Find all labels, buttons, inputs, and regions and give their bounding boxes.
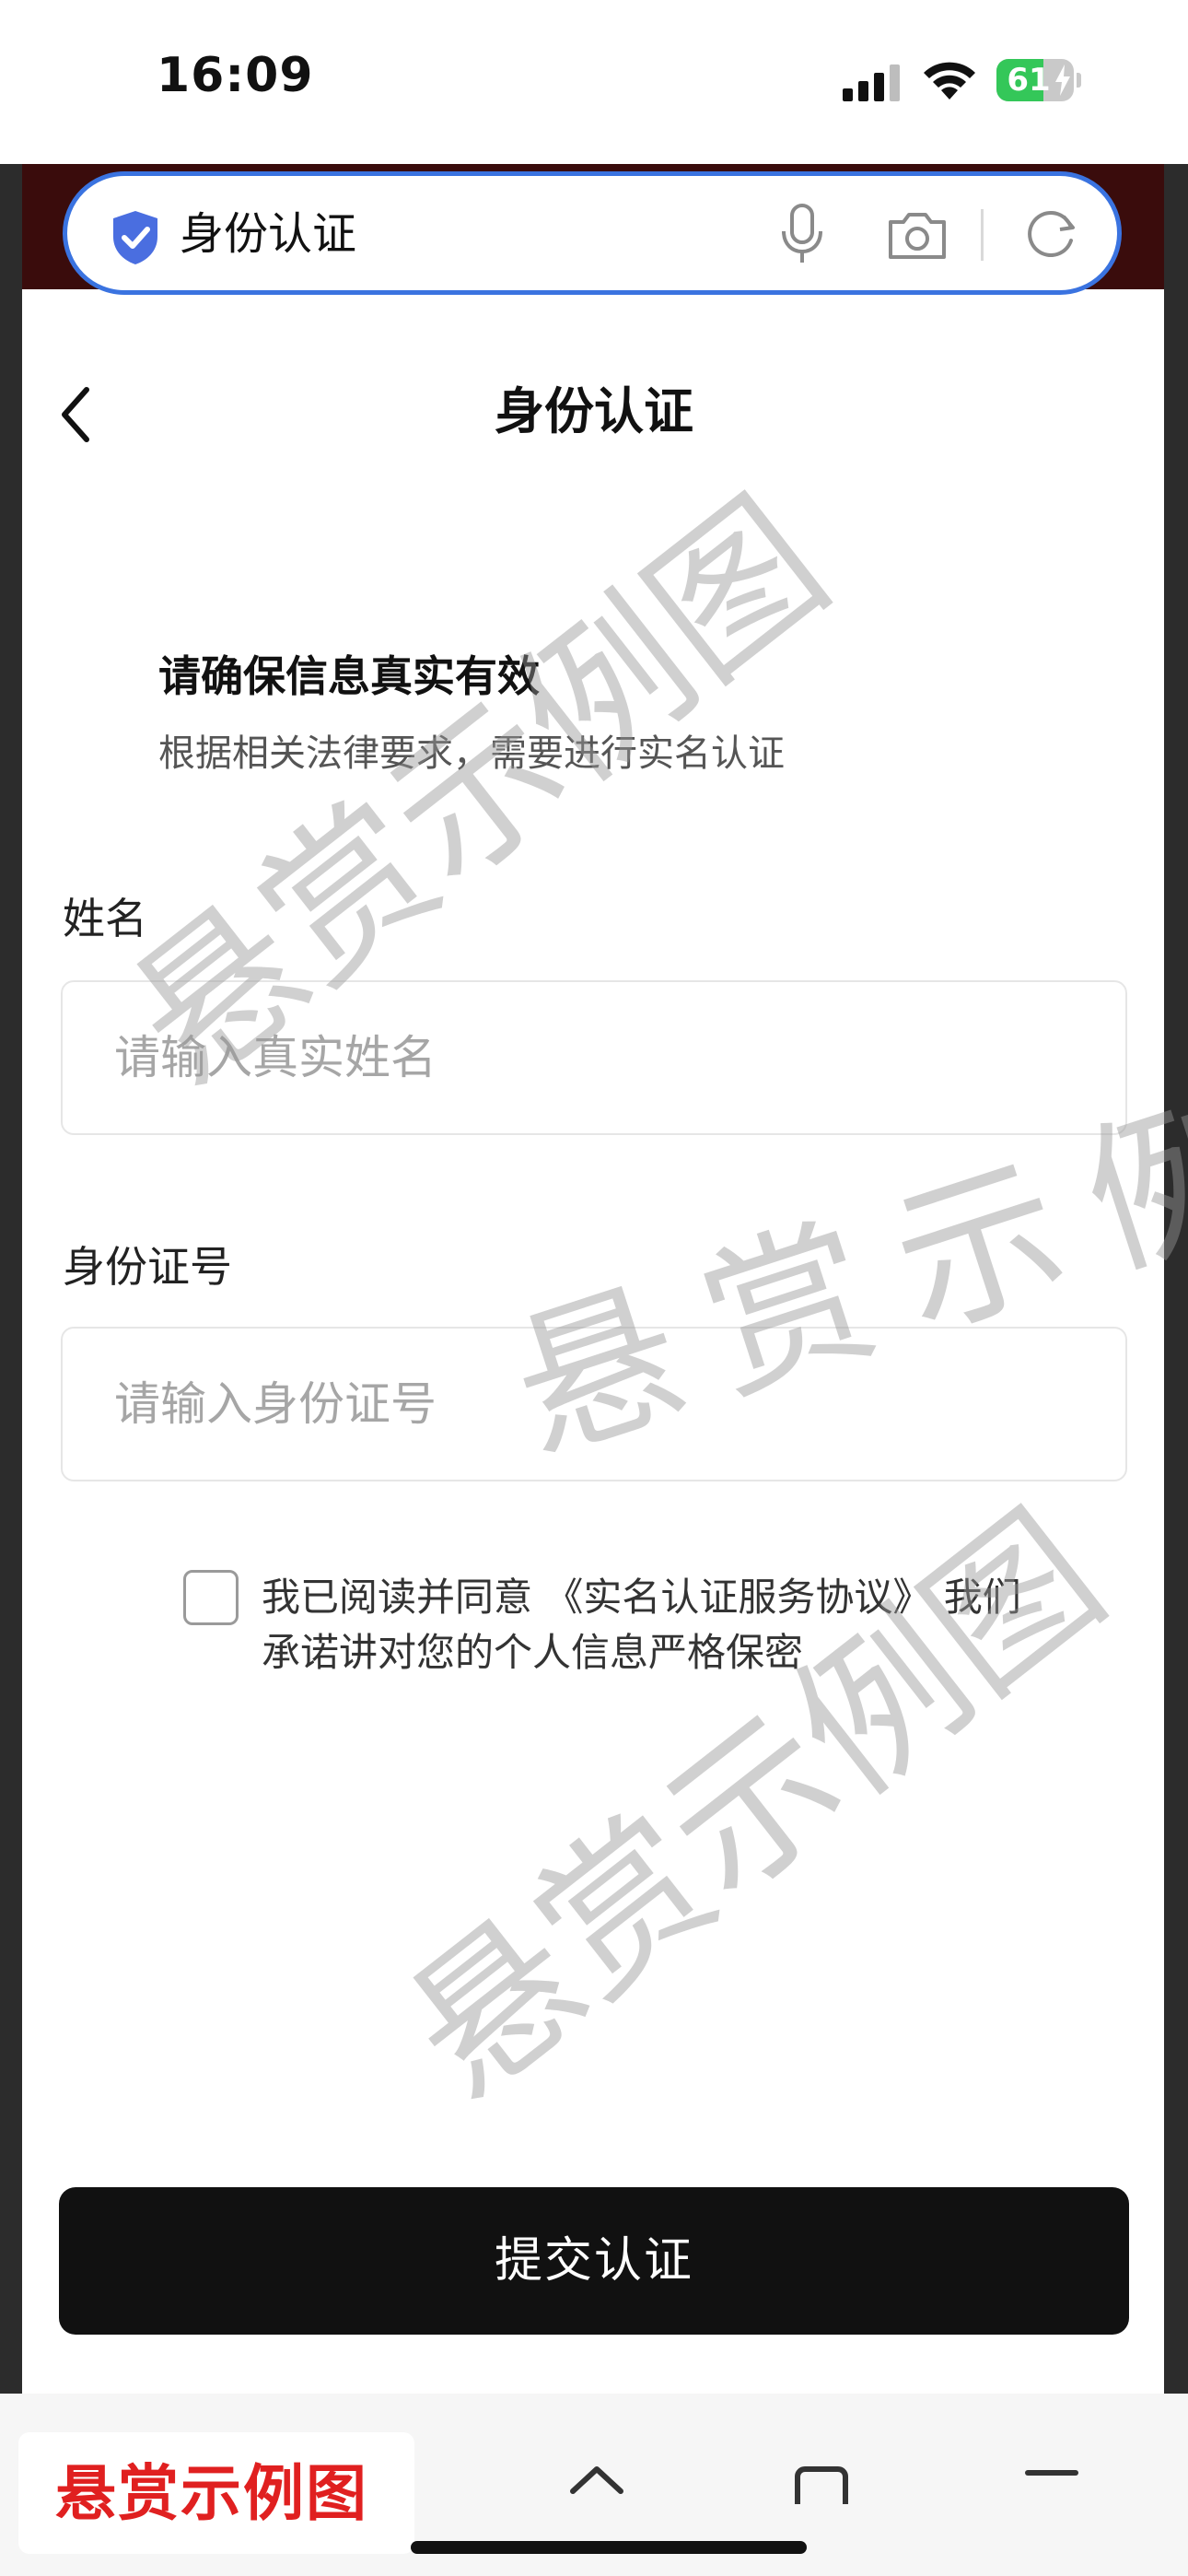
info-headline: 请确保信息真实有效 xyxy=(158,651,540,701)
agreement-checkbox[interactable] xyxy=(183,1570,239,1625)
agreement-text-line1: 我已阅读并同意 《实名认证服务协议》 我们 xyxy=(262,1570,1021,1625)
home-icon[interactable] xyxy=(567,2464,626,2510)
search-bar-divider xyxy=(981,209,984,261)
info-subline: 根据相关法律要求，需要进行实名认证 xyxy=(158,732,785,775)
battery-cap xyxy=(1077,73,1081,88)
submit-verification-button[interactable]: 提交认证 xyxy=(59,2187,1129,2335)
mic-icon[interactable] xyxy=(778,204,826,266)
id-number-input[interactable] xyxy=(61,1327,1127,1481)
menu-icon[interactable] xyxy=(1022,2464,1081,2510)
status-bar: 16:09 61 xyxy=(0,0,1188,164)
browser-search-bar[interactable]: 身份认证 xyxy=(63,171,1122,295)
charging-bolt-icon xyxy=(1055,64,1070,96)
agreement-text-line2: 承诺讲对您的个人信息严格保密 xyxy=(262,1630,804,1675)
brand-watermark-text: 悬赏示例图 xyxy=(55,2458,368,2529)
tabs-icon[interactable] xyxy=(792,2464,851,2510)
agreement-suffix: 我们 xyxy=(931,1575,1021,1620)
name-input[interactable] xyxy=(61,980,1127,1135)
name-label: 姓名 xyxy=(63,894,147,943)
left-edge xyxy=(0,164,22,2476)
search-query-text[interactable]: 身份认证 xyxy=(180,204,356,264)
shield-check-icon xyxy=(113,211,157,264)
battery-body: 61 xyxy=(996,59,1074,101)
page-title: 身份认证 xyxy=(495,382,693,440)
agreement-prefix: 我已阅读并同意 xyxy=(262,1575,545,1620)
agreement-link[interactable]: 《实名认证服务协议》 xyxy=(544,1575,931,1620)
right-edge xyxy=(1164,164,1188,2476)
id-number-label: 身份证号 xyxy=(63,1242,232,1292)
home-indicator xyxy=(411,2541,807,2554)
wifi-icon xyxy=(924,62,975,100)
status-time: 16:09 xyxy=(157,48,314,103)
cellular-signal-icon xyxy=(843,64,900,101)
battery-level-text: 61 xyxy=(1007,62,1051,99)
battery-indicator: 61 xyxy=(996,59,1081,101)
refresh-icon[interactable] xyxy=(1025,207,1078,261)
camera-icon[interactable] xyxy=(887,209,948,261)
